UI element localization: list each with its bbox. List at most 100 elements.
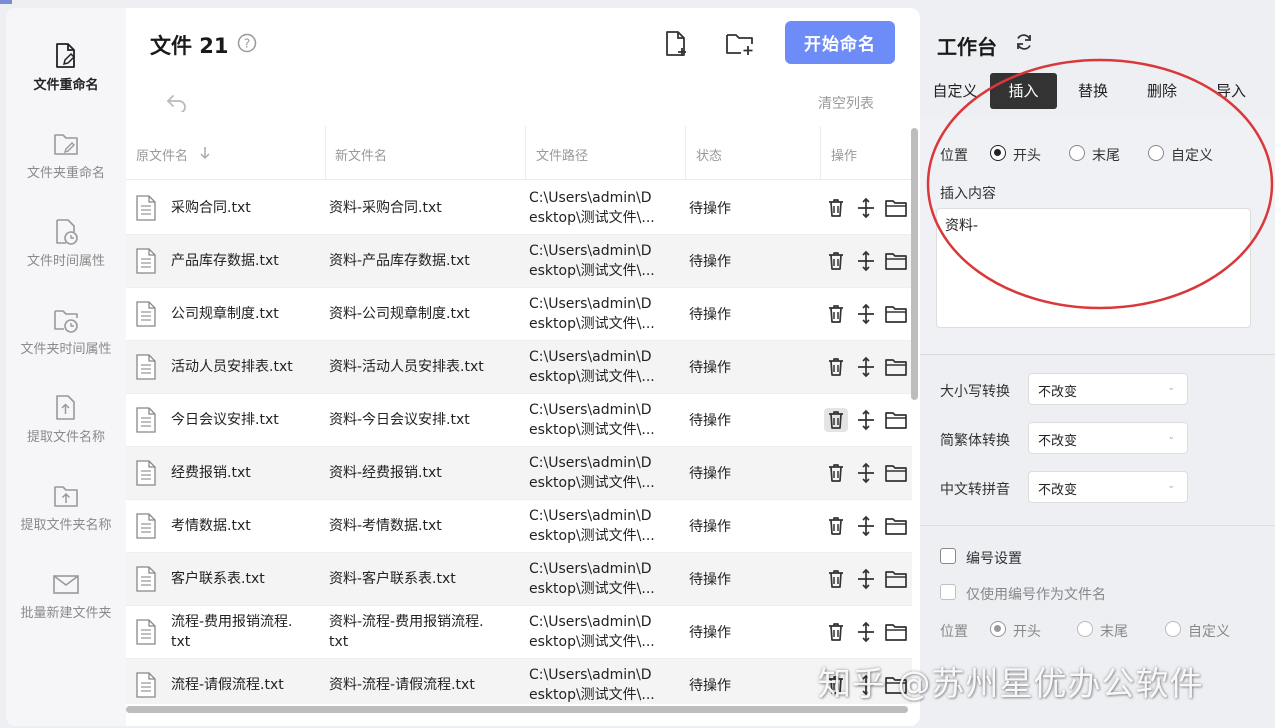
table-row[interactable]: 客户联系表.txt 资料-客户联系表.txt C:\Users\admin\D esk… [126, 553, 912, 606]
status-text: 待操作 [689, 678, 731, 694]
open-folder-icon[interactable] [884, 461, 908, 485]
position-end-label[interactable]: 末尾 [1092, 145, 1120, 165]
sidebar-item-4[interactable]: 提取文件名称 [6, 392, 126, 472]
tab-import[interactable]: 导入 [1201, 73, 1261, 109]
delete-icon[interactable] [824, 355, 848, 379]
refresh-icon[interactable] [1014, 32, 1034, 52]
move-icon[interactable] [854, 567, 878, 591]
vertical-scrollbar[interactable] [911, 128, 918, 400]
position-start-radio[interactable] [990, 145, 1006, 161]
open-folder-icon[interactable] [884, 408, 908, 432]
insert-content-input[interactable]: 资料- [936, 208, 1251, 328]
position-end-radio[interactable] [1069, 145, 1085, 161]
tab-replace[interactable]: 替换 [1063, 73, 1123, 109]
column-header-new-name: 新文件名 [335, 149, 388, 164]
pinyin-select[interactable]: 不改变 ⌄ [1028, 471, 1188, 503]
open-folder-icon[interactable] [884, 567, 908, 591]
position-custom-radio[interactable] [1148, 145, 1164, 161]
delete-icon[interactable] [824, 567, 848, 591]
delete-icon[interactable] [824, 461, 848, 485]
move-icon[interactable] [854, 355, 878, 379]
open-folder-icon[interactable] [884, 249, 908, 273]
move-icon[interactable] [854, 302, 878, 326]
delete-icon[interactable] [824, 620, 848, 644]
file-icon [136, 513, 156, 539]
num-position-start-radio[interactable] [990, 621, 1006, 637]
file-path-line: esktop\测试文件\... [529, 581, 655, 597]
file-path-line: C:\Users\admin\D [529, 243, 652, 259]
delete-icon[interactable] [824, 302, 848, 326]
open-folder-icon[interactable] [884, 302, 908, 326]
file-path-line: C:\Users\admin\D [529, 190, 652, 206]
sort-arrow-icon[interactable] [199, 146, 211, 160]
sidebar-item-5[interactable]: 提取文件夹名称 [6, 480, 126, 560]
num-position-custom-label[interactable]: 自定义 [1188, 621, 1230, 641]
add-file-icon[interactable] [663, 30, 689, 58]
sidebar-item-2[interactable]: 文件时间属性 [6, 216, 126, 296]
status-text: 待操作 [689, 413, 731, 429]
column-header-status: 状态 [696, 149, 723, 164]
num-position-end-label[interactable]: 末尾 [1100, 621, 1128, 641]
open-folder-icon[interactable] [884, 673, 908, 697]
sidebar-item-3[interactable]: 文件夹时间属性 [6, 304, 126, 384]
start-rename-button[interactable]: 开始命名 [785, 21, 895, 64]
table-row[interactable]: 考情数据.txt 资料-考情数据.txt C:\Users\admin\D eskto… [126, 500, 912, 553]
move-icon[interactable] [854, 408, 878, 432]
table-row[interactable]: 活动人员安排表.txt 资料-活动人员安排表.txt C:\Users\admin\… [126, 341, 912, 394]
add-folder-icon[interactable] [725, 30, 755, 58]
move-icon[interactable] [854, 620, 878, 644]
file-path-line: C:\Users\admin\D [529, 296, 652, 312]
move-icon[interactable] [854, 673, 878, 697]
table-row[interactable]: 流程-费用报销流程. txt 资料-流程-费用报销流程. txt C:\Users\ad… [126, 606, 912, 659]
numbering-only-checkbox[interactable] [940, 584, 956, 600]
num-position-custom-radio[interactable] [1165, 621, 1181, 637]
open-folder-icon[interactable] [884, 514, 908, 538]
move-icon[interactable] [854, 461, 878, 485]
open-folder-icon[interactable] [884, 355, 908, 379]
sidebar-item-6[interactable]: 批量新建文件夹 [6, 568, 126, 648]
table-row[interactable]: 流程-请假流程.txt 资料-流程-请假流程.txt C:\Users\admin\… [126, 659, 912, 704]
tab-custom[interactable]: 自定义 [924, 73, 986, 109]
delete-icon[interactable] [824, 196, 848, 220]
sidebar-item-1[interactable]: 文件夹重命名 [6, 128, 126, 208]
help-icon[interactable]: ? [237, 33, 257, 53]
file-path-line: esktop\测试文件\... [529, 369, 655, 385]
delete-icon[interactable] [824, 408, 848, 432]
table-row[interactable]: 采购合同.txt 资料-采购合同.txt C:\Users\admin\D eskto… [126, 182, 912, 235]
tab-insert[interactable]: 插入 [990, 73, 1057, 109]
case-convert-select[interactable]: 不改变 ⌄ [1028, 373, 1188, 405]
table-row[interactable]: 产品库存数据.txt 资料-产品库存数据.txt C:\Users\admin\D e… [126, 235, 912, 288]
clear-list-button[interactable]: 清空列表 [818, 93, 874, 113]
move-icon[interactable] [854, 249, 878, 273]
table-row[interactable]: 经费报销.txt 资料-经费报销.txt C:\Users\admin\D eskto… [126, 447, 912, 500]
column-header-original-name[interactable]: 原文件名 [136, 145, 188, 164]
tab-delete[interactable]: 删除 [1132, 73, 1192, 109]
move-icon[interactable] [854, 514, 878, 538]
num-position-start-label[interactable]: 开头 [1013, 621, 1041, 641]
new-filename: 资料-今日会议安排.txt [329, 412, 470, 428]
open-folder-icon[interactable] [884, 196, 908, 220]
move-icon[interactable] [854, 196, 878, 220]
num-position-end-radio[interactable] [1077, 621, 1093, 637]
file-path-line: C:\Users\admin\D [529, 614, 652, 630]
numbering-checkbox[interactable] [940, 548, 956, 564]
workbench-panel: 工作台 自定义 插入 替换 删除 导入 位置 开头 末尾 自定义 插入内容 资料… [920, 0, 1275, 728]
undo-icon[interactable] [165, 92, 189, 112]
position-start-label[interactable]: 开头 [1013, 145, 1041, 165]
table-row[interactable]: 今日会议安排.txt 资料-今日会议安排.txt C:\Users\admin\D e… [126, 394, 912, 447]
case-convert-label: 大小写转换 [940, 384, 1010, 400]
delete-icon[interactable] [824, 514, 848, 538]
numbering-label[interactable]: 编号设置 [966, 548, 1022, 568]
delete-icon[interactable] [824, 249, 848, 273]
open-folder-icon[interactable] [884, 620, 908, 644]
trad-simp-select[interactable]: 不改变 ⌄ [1028, 422, 1188, 454]
numbering-only-label[interactable]: 仅使用编号作为文件名 [966, 584, 1106, 604]
horizontal-scrollbar[interactable] [126, 706, 908, 713]
position-custom-label[interactable]: 自定义 [1171, 145, 1213, 165]
delete-icon[interactable] [824, 673, 848, 697]
new-filename: 资料-产品库存数据.txt [329, 253, 470, 269]
sidebar-item-0[interactable]: 文件重命名 [6, 40, 126, 120]
column-divider [525, 126, 526, 180]
folder-edit-icon [53, 130, 79, 158]
table-row[interactable]: 公司规章制度.txt 资料-公司规章制度.txt C:\Users\admin\D e… [126, 288, 912, 341]
